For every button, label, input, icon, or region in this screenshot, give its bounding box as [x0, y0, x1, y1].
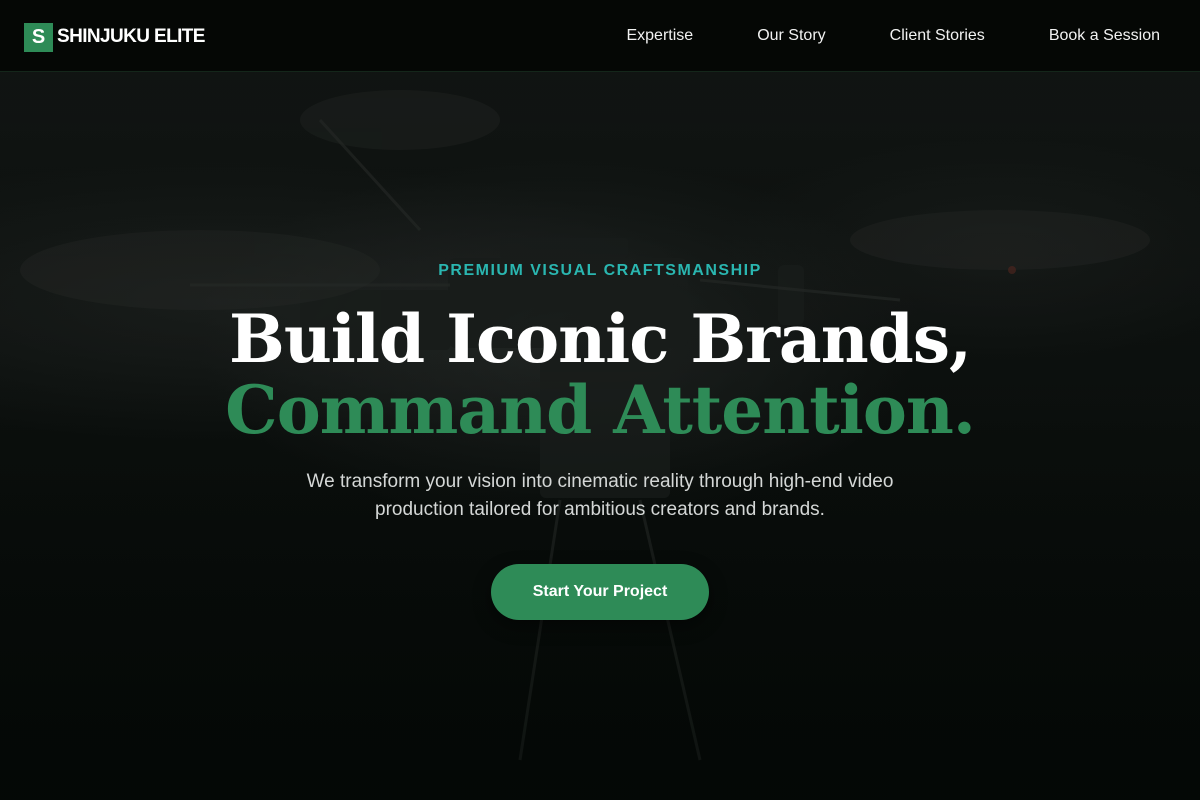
hero-subtitle: We transform your vision into cinematic … — [250, 468, 950, 524]
nav-link-book-a-session[interactable]: Book a Session — [1049, 27, 1160, 45]
start-project-button[interactable]: Start Your Project — [491, 564, 709, 620]
navbar: S SHINJUKU ELITE Expertise Our Story Cli… — [0, 0, 1200, 72]
hero-subtitle-line-1: We transform your vision into cinematic … — [306, 471, 894, 492]
logo-mark-icon: S — [24, 22, 53, 52]
hero-eyebrow: PREMIUM VISUAL CRAFTSMANSHIP — [438, 262, 762, 279]
brand-name: SHINJUKU ELITE — [57, 26, 205, 47]
brand-logo[interactable]: S SHINJUKU ELITE — [24, 22, 205, 52]
hero-headline-line-1: Build Iconic Brands, — [229, 300, 972, 378]
page: S SHINJUKU ELITE Expertise Our Story Cli… — [0, 0, 1200, 800]
nav-menu: Expertise Our Story Client Stories Book … — [562, 0, 1160, 72]
nav-link-our-story[interactable]: Our Story — [757, 27, 825, 45]
hero-subtitle-line-2: production tailored for ambitious creato… — [375, 499, 825, 520]
hero-headline-line-2: Command Attention. — [225, 371, 976, 449]
nav-link-client-stories[interactable]: Client Stories — [890, 27, 985, 45]
nav-link-expertise[interactable]: Expertise — [626, 27, 693, 45]
